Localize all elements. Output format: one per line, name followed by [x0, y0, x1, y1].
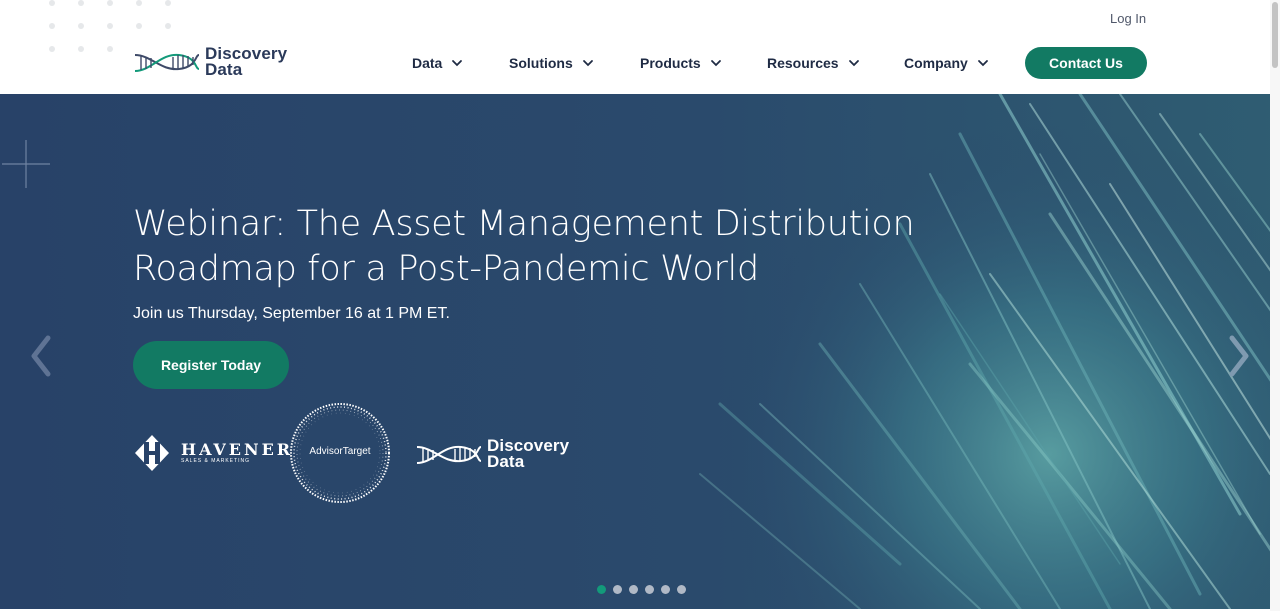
havener-logo: HAVENER SALES & MARKETING [133, 434, 293, 472]
hero-subline: Join us Thursday, September 16 at 1 PM E… [133, 305, 450, 322]
advisortarget-logo: AdvisorTarget [289, 402, 391, 504]
havener-h-icon [135, 435, 169, 471]
carousel-dot[interactable] [661, 585, 670, 594]
site-header: Discovery Data Log In Data Solutions Pro… [0, 0, 1280, 94]
nav-item-data[interactable]: Data [412, 47, 464, 79]
login-link[interactable]: Log In [1110, 11, 1146, 26]
chevron-down-icon [848, 60, 859, 67]
chevron-left-icon[interactable] [26, 334, 56, 378]
dna-helix-icon [134, 53, 200, 72]
nav-item-label: Solutions [509, 55, 573, 71]
nav-item-products[interactable]: Products [640, 47, 723, 79]
contact-us-button[interactable]: Contact Us [1025, 47, 1147, 79]
nav-item-resources[interactable]: Resources [767, 47, 861, 79]
chevron-right-icon[interactable] [1224, 334, 1254, 378]
nav-item-label: Resources [767, 55, 839, 71]
havener-tagline: SALES & MARKETING [181, 457, 250, 464]
chevron-down-icon [977, 60, 988, 67]
nav-item-label: Products [640, 55, 701, 71]
chevron-down-icon [710, 60, 721, 67]
nav-item-label: Data [412, 55, 443, 71]
brand-wordmark: Discovery Data [205, 45, 287, 79]
chevron-down-icon [582, 60, 593, 67]
havener-name: HAVENER [181, 439, 294, 459]
partner-logos: HAVENER SALES & MARKETING AdvisorTarget [133, 402, 593, 506]
page-scrollbar[interactable] [1270, 0, 1280, 611]
hero-carousel: Webinar: The Asset Management Distributi… [0, 94, 1280, 609]
nav-item-company[interactable]: Company [904, 47, 990, 79]
nav-item-label: Company [904, 55, 968, 71]
brand-line2: Data [205, 60, 243, 79]
register-today-button[interactable]: Register Today [133, 341, 289, 389]
carousel-pagination [597, 585, 686, 594]
dna-helix-icon [416, 445, 482, 464]
hero-headline-line2: Roadmap for a Post-Pandemic World [133, 249, 759, 289]
carousel-dot[interactable] [677, 585, 686, 594]
chevron-down-icon [452, 60, 463, 67]
hero-headline: Webinar: The Asset Management Distributi… [133, 202, 933, 292]
scrollbar-thumb[interactable] [1272, 2, 1278, 68]
discovery-data-logo-white: Discovery Data [415, 437, 569, 471]
hero-headline-line1: Webinar: The Asset Management Distributi… [133, 204, 915, 244]
plus-decoration-icon [2, 140, 50, 188]
discovery-line2: Data [487, 452, 525, 471]
carousel-dot[interactable] [629, 585, 638, 594]
carousel-dot[interactable] [613, 585, 622, 594]
advisortarget-label: AdvisorTarget [309, 446, 371, 457]
carousel-dot[interactable] [645, 585, 654, 594]
brand-logo[interactable]: Discovery Data [133, 45, 287, 79]
carousel-dot[interactable] [597, 585, 606, 594]
nav-item-solutions[interactable]: Solutions [509, 47, 595, 79]
